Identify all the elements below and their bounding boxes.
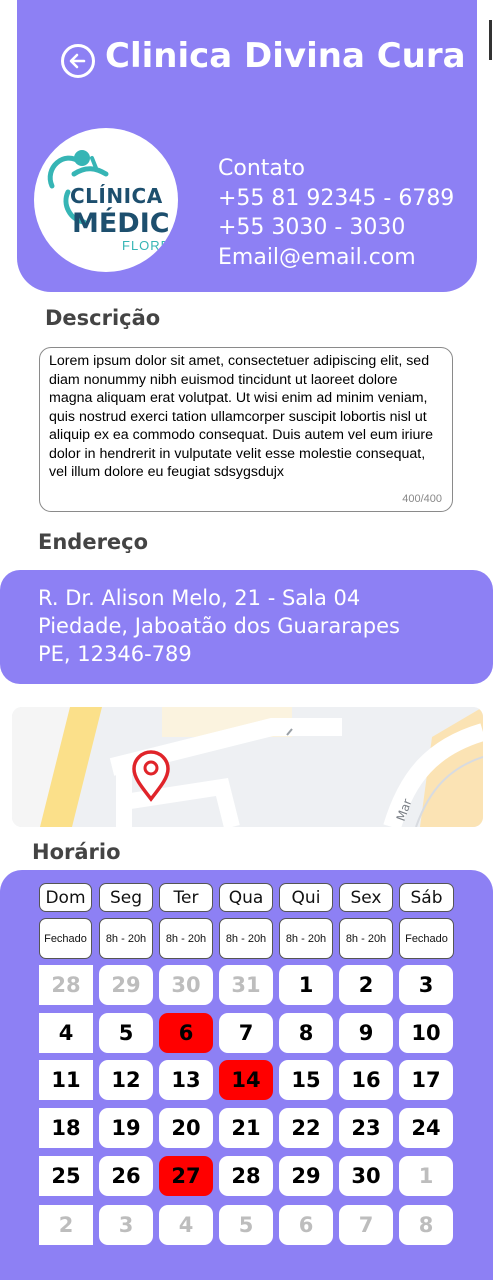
contact-email[interactable]: Email@email.com [218,243,454,273]
logo-text-medica: MÉDIC [72,208,170,239]
address-label: Endereço [38,530,149,554]
calendar-day-cell[interactable]: 10 [399,1013,453,1053]
description-text: Lorem ipsum dolor sit amet, consectetuer… [49,353,434,480]
page-title: Clinica Divina Cura [105,36,466,76]
calendar-day-cell[interactable]: 31 [219,965,273,1005]
address-line-3: PE, 12346-789 [38,642,192,666]
calendar-day-cell[interactable]: 26 [99,1156,153,1196]
calendar-day-cell[interactable]: 28 [39,965,93,1005]
description-label: Descrição [45,306,161,330]
logo-text-clinica: CLÍNICA [70,184,163,208]
map-graphic: Mar [12,707,483,827]
day-hours-3: 8h - 20h [219,918,273,959]
calendar-day-cell[interactable]: 9 [339,1013,393,1053]
calendar-day-cell[interactable]: 8 [279,1013,333,1053]
day-hours-1: 8h - 20h [99,918,153,959]
day-hours-5: 8h - 20h [339,918,393,959]
calendar-day-cell[interactable]: 4 [159,1205,213,1245]
day-header-2: Ter [159,883,213,912]
description-char-counter: 400/400 [402,493,442,505]
calendar-day-cell[interactable]: 20 [159,1108,213,1148]
calendar-day-cell[interactable]: 7 [219,1013,273,1053]
calendar-day-cell[interactable]: 30 [339,1156,393,1196]
schedule-label: Horário [32,840,121,864]
calendar-day-cell[interactable]: 18 [39,1108,93,1148]
calendar-day-cell[interactable]: 17 [399,1060,453,1100]
day-header-1: Seg [99,883,153,912]
contact-phone-mobile[interactable]: +55 81 92345 - 6789 [218,184,454,214]
day-hours-6: Fechado [399,918,454,959]
calendar-day-cell[interactable]: 30 [159,965,213,1005]
calendar-day-cell[interactable]: 13 [159,1060,213,1100]
calendar-day-cell[interactable]: 27 [159,1156,213,1196]
calendar-day-cell[interactable]: 3 [399,965,453,1005]
calendar-day-cell[interactable]: 21 [219,1108,273,1148]
contact-block: Contato +55 81 92345 - 6789 +55 3030 - 3… [218,154,454,272]
address-line-1: R. Dr. Alison Melo, 21 - Sala 04 [38,586,361,610]
address-line-2: Piedade, Jaboatão dos Guararapes [38,614,400,638]
calendar-day-cell[interactable]: 28 [219,1156,273,1196]
header-panel: Clinica Divina Cura CLÍNICA MÉDIC FLORE … [17,0,477,292]
calendar-day-cell[interactable]: 6 [159,1013,213,1053]
day-header-0: Dom [39,883,92,912]
calendar-day-cell[interactable]: 25 [39,1156,93,1196]
calendar-day-cell[interactable]: 4 [39,1013,93,1053]
calendar-day-cell[interactable]: 23 [339,1108,393,1148]
calendar-day-cell[interactable]: 5 [219,1205,273,1245]
calendar-day-cell[interactable]: 14 [219,1060,273,1100]
calendar-day-cell[interactable]: 8 [399,1205,453,1245]
day-hours-0: Fechado [39,918,92,959]
calendar-day-cell[interactable]: 1 [399,1156,453,1196]
address-panel: R. Dr. Alison Melo, 21 - Sala 04 Piedade… [0,570,493,684]
calendar-day-cell[interactable]: 12 [99,1060,153,1100]
calendar-day-cell[interactable]: 2 [39,1205,93,1245]
day-hours-4: 8h - 20h [279,918,333,959]
day-header-4: Qui [279,883,333,912]
description-textarea[interactable]: Lorem ipsum dolor sit amet, consectetuer… [39,347,453,512]
scrollbar-indicator [489,20,492,60]
calendar-day-cell[interactable]: 29 [99,965,153,1005]
calendar-day-cell[interactable]: 16 [339,1060,393,1100]
calendar-day-cell[interactable]: 7 [339,1205,393,1245]
day-header-5: Sex [339,883,393,912]
day-header-6: Sáb [399,883,454,912]
day-hours-2: 8h - 20h [159,918,213,959]
calendar-day-cell[interactable]: 19 [99,1108,153,1148]
clinic-logo: CLÍNICA MÉDIC FLORE [34,128,178,272]
calendar-day-cell[interactable]: 5 [99,1013,153,1053]
calendar-day-cell[interactable]: 3 [99,1205,153,1245]
calendar-day-cell[interactable]: 6 [279,1205,333,1245]
contact-heading: Contato [218,156,305,181]
logo-text-flores: FLORE [122,238,171,253]
arrow-left-icon [69,53,86,69]
calendar-day-cell[interactable]: 22 [279,1108,333,1148]
calendar-day-cell[interactable]: 11 [39,1060,93,1100]
location-map[interactable]: Mar [12,707,483,827]
schedule-calendar: Dom Fechado Seg 8h - 20h Ter 8h - 20h Qua 8h - … [0,870,493,1280]
calendar-day-cell[interactable]: 2 [339,965,393,1005]
day-header-3: Qua [219,883,273,912]
calendar-day-cell[interactable]: 24 [399,1108,453,1148]
back-button[interactable] [61,44,95,78]
calendar-day-cell[interactable]: 1 [279,965,333,1005]
calendar-day-cell[interactable]: 29 [279,1156,333,1196]
contact-phone-landline[interactable]: +55 3030 - 3030 [218,213,454,243]
calendar-day-cell[interactable]: 15 [279,1060,333,1100]
